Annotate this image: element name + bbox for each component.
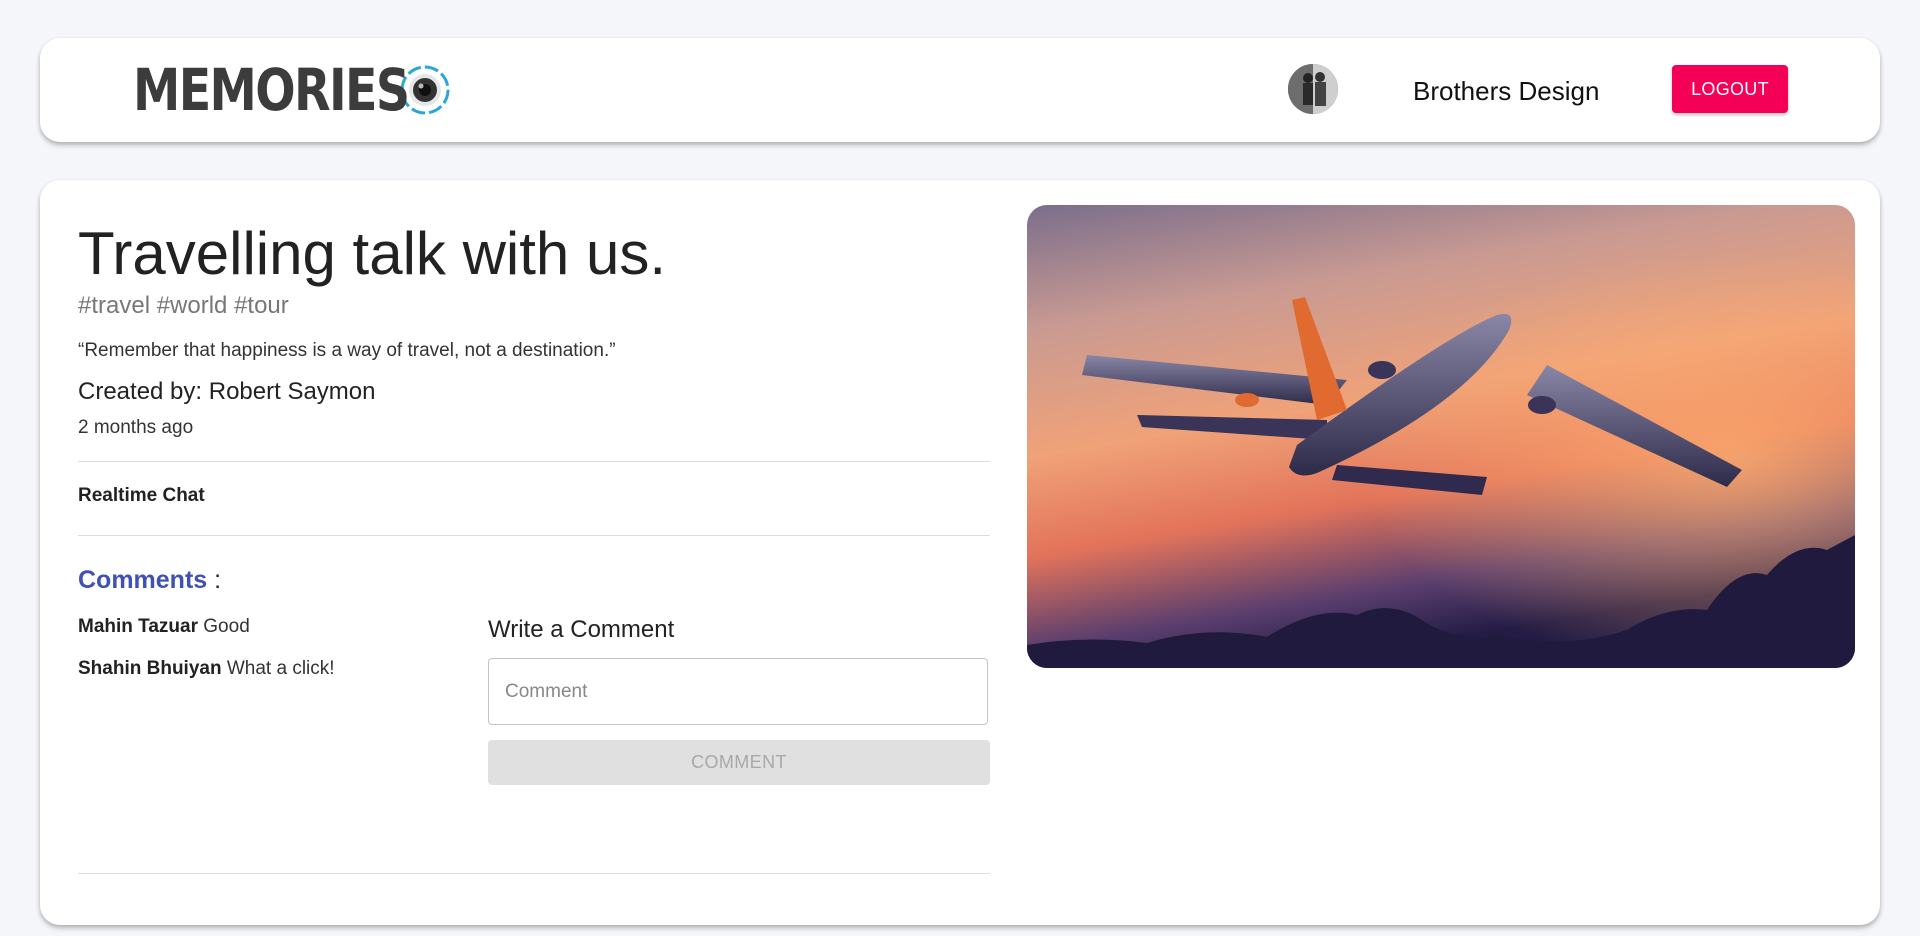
- brand[interactable]: MEMORIES: [133, 60, 451, 120]
- comments-heading-colon: :: [214, 566, 222, 594]
- comment-author: Mahin Tazuar: [78, 616, 198, 637]
- post-time: 2 months ago: [78, 417, 194, 438]
- divider: [78, 461, 990, 462]
- comments-heading: Comments :: [78, 566, 221, 595]
- post-image: [1027, 205, 1855, 668]
- divider: [78, 535, 990, 536]
- brand-title: MEMORIES: [133, 56, 410, 124]
- divider: [78, 873, 990, 874]
- post-creator: Created by: Robert Saymon: [78, 378, 376, 405]
- comment-submit-button[interactable]: COMMENT: [488, 740, 990, 785]
- post-message: “Remember that happiness is a way of tra…: [78, 340, 616, 361]
- post-title: Travelling talk with us.: [78, 220, 666, 287]
- avatar-image: [1288, 64, 1338, 114]
- realtime-chat-label: Realtime Chat: [78, 485, 205, 506]
- avatar[interactable]: [1288, 64, 1338, 114]
- user-name: Brothers Design: [1413, 76, 1600, 106]
- airplane-sunset-image: [1027, 205, 1855, 668]
- post-details-card: Travelling talk with us. #travel #world …: [40, 180, 1880, 925]
- logout-button[interactable]: LOGOUT: [1672, 65, 1788, 113]
- comment-input[interactable]: [488, 658, 988, 725]
- comment-text: What a click!: [226, 658, 335, 679]
- comment-author: Shahin Bhuiyan: [78, 658, 222, 679]
- comments-heading-text: Comments: [78, 566, 208, 594]
- comment-item: Mahin Tazuar Good: [78, 616, 250, 638]
- comment-text: Good: [203, 616, 250, 637]
- post-tags: #travel #world #tour: [78, 292, 289, 319]
- write-comment-title: Write a Comment: [488, 616, 675, 643]
- comment-item: Shahin Bhuiyan What a click!: [78, 658, 335, 680]
- app-bar: MEMORIES Brothers Design LOGOUT: [40, 38, 1880, 142]
